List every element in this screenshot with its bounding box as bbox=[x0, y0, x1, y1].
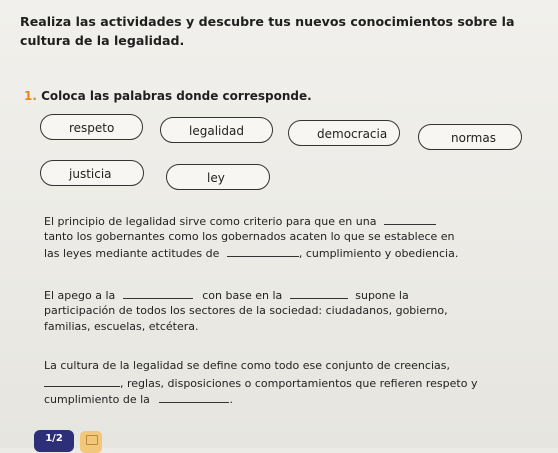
paragraph-2-text-a: El apego a la bbox=[44, 289, 116, 302]
paragraph-2-text-b: con base en la bbox=[202, 289, 283, 302]
paragraph-1-text-d: , cumplimiento y obediencia. bbox=[298, 247, 459, 260]
word-pill-democracia[interactable]: democracia bbox=[288, 120, 400, 146]
paragraph-3-text-d: . bbox=[229, 393, 233, 406]
exercise-number: 1. bbox=[24, 89, 37, 103]
paragraph-3-text-b: , reglas, disposiciones o comportamiento… bbox=[120, 377, 478, 390]
paragraph-2-text-c: supone la bbox=[355, 289, 409, 302]
paragraph-2-line-3: familias, escuelas, etcétera. bbox=[44, 320, 199, 333]
paragraph-1-line-2: tanto los gobernantes como los gobernado… bbox=[44, 230, 455, 243]
blank-2[interactable] bbox=[226, 245, 299, 257]
calculator-icon bbox=[80, 431, 102, 453]
word-pill-normas[interactable]: normas bbox=[418, 124, 522, 150]
paragraph-2-line-2: participación de todos los sectores de l… bbox=[44, 304, 448, 317]
paragraph-3-line-3: cumplimiento de la . bbox=[44, 391, 233, 408]
word-pill-ley[interactable]: ley bbox=[166, 164, 270, 190]
page-number-badge: 1/2 bbox=[34, 430, 74, 452]
paragraph-1-line-1: El principio de legalidad sirve como cri… bbox=[44, 213, 436, 230]
blank-4[interactable] bbox=[289, 287, 348, 299]
page-title: Realiza las actividades y descubre tus n… bbox=[20, 14, 515, 48]
blank-3[interactable] bbox=[122, 287, 193, 299]
exercise-instruction-text: Coloca las palabras donde corresponde. bbox=[41, 89, 312, 103]
paragraph-1-text-a: El principio de legalidad sirve como cri… bbox=[44, 215, 377, 228]
paragraph-3-line-2: , reglas, disposiciones o comportamiento… bbox=[44, 375, 477, 392]
paragraph-1-text-c: las leyes mediante actitudes de bbox=[44, 247, 220, 260]
blank-5[interactable] bbox=[44, 375, 120, 387]
word-pill-respeto[interactable]: respeto bbox=[40, 114, 143, 140]
paragraph-3-line-1: La cultura de la legalidad se define com… bbox=[44, 359, 450, 372]
word-pill-justicia[interactable]: justicia bbox=[40, 160, 144, 186]
word-pill-legalidad[interactable]: legalidad bbox=[160, 117, 273, 143]
worksheet-page: Realiza las actividades y descubre tus n… bbox=[0, 0, 558, 453]
paragraph-3-text-c: cumplimiento de la bbox=[44, 393, 150, 406]
blank-6[interactable] bbox=[159, 391, 230, 403]
paragraph-2-line-1: El apego a la con base en la supone la bbox=[44, 287, 409, 304]
exercise-instruction: 1. Coloca las palabras donde corresponde… bbox=[24, 89, 312, 103]
paragraph-1-line-3: las leyes mediante actitudes de , cumpli… bbox=[44, 245, 458, 262]
blank-1[interactable] bbox=[383, 213, 436, 225]
